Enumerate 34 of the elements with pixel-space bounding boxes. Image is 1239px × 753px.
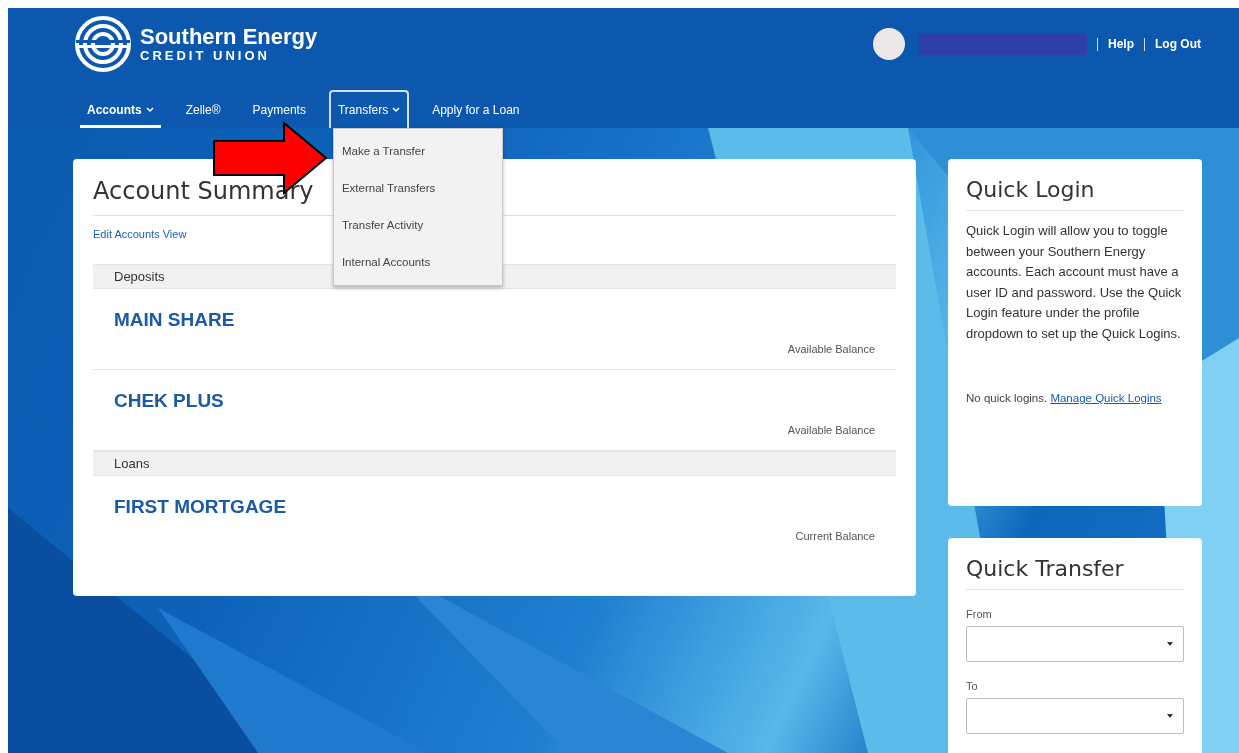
chevron-down-icon xyxy=(145,107,154,113)
status-text: No quick logins. Manage Quick Logins xyxy=(966,391,1163,406)
balance-label: Current Balance xyxy=(795,530,875,542)
edit-link[interactable]: Edit Accounts View xyxy=(93,228,187,240)
select-field[interactable] xyxy=(966,698,1184,734)
nav-tab[interactable]: Payments xyxy=(243,90,315,128)
field-label: From xyxy=(966,608,993,620)
card-title: Quick Transfer xyxy=(966,556,1184,590)
account-name[interactable]: CHEK PLUS xyxy=(114,390,224,412)
field-label: To xyxy=(966,680,979,692)
balance-label: Available Balance xyxy=(787,424,875,436)
caret-icon xyxy=(1167,714,1173,718)
select-field[interactable] xyxy=(966,626,1184,662)
description: Quick Login will allow you to toggle between your Southern Energy accounts. Each account must have a user ID and password. Use the Quick Login feature under the profile dropdown to set up the Quick Logins. xyxy=(966,222,1183,343)
menu-item[interactable]: Transfer Activity xyxy=(333,207,502,244)
logo-icon xyxy=(72,15,134,73)
menu-item[interactable]: Make a Transfer xyxy=(333,133,502,170)
card-title: Quick Login xyxy=(966,177,1184,211)
avatar[interactable] xyxy=(873,28,905,60)
menu-item[interactable]: External Transfers xyxy=(333,170,502,207)
nav-tab[interactable]: Apply for a Loan xyxy=(423,90,529,128)
caret-icon xyxy=(1167,642,1173,646)
account-name[interactable]: MAIN SHARE xyxy=(114,309,235,331)
brand-name: Southern Energy xyxy=(140,25,318,49)
nav-tab[interactable]: Accounts xyxy=(78,90,163,128)
brand-subtitle: CREDIT UNION xyxy=(140,49,270,63)
account-name[interactable]: FIRST MORTGAGE xyxy=(114,496,287,518)
manage-link[interactable]: Manage Quick Logins xyxy=(1050,392,1162,404)
header-link[interactable]: Help xyxy=(1108,37,1134,51)
header-link[interactable]: Log Out xyxy=(1155,37,1201,51)
group-header: Loans xyxy=(93,451,896,476)
chevron-down-icon xyxy=(392,107,401,113)
balance-label: Available Balance xyxy=(787,343,875,355)
nav-tab[interactable]: Zelle® xyxy=(176,90,230,128)
